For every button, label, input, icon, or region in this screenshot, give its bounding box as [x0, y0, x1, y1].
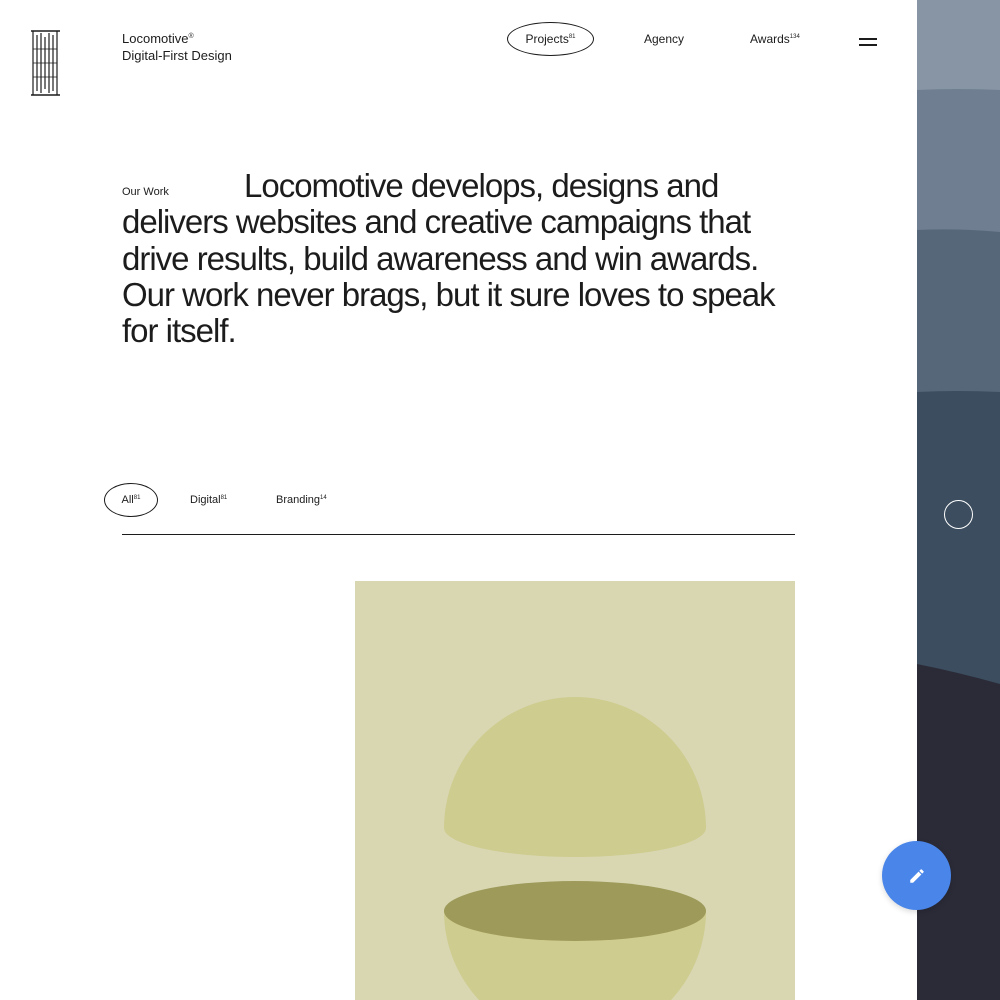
- filter-digital[interactable]: Digital81: [190, 494, 227, 507]
- project-card[interactable]: [355, 581, 795, 1000]
- nav-item-awards[interactable]: Awards134: [750, 31, 800, 47]
- sphere-cut-face: [444, 881, 706, 941]
- pencil-icon: [909, 868, 924, 883]
- main-panel: Locomotive® Digital-First Design Project…: [0, 0, 917, 1000]
- registered-mark: ®: [188, 33, 194, 40]
- nav-awards-label: Awards: [750, 32, 790, 46]
- brand-name-line: Locomotive®: [122, 30, 232, 47]
- brand-tagline: Digital-First Design: [122, 48, 232, 63]
- brand-block: Locomotive® Digital-First Design: [122, 30, 232, 64]
- edit-button[interactable]: [882, 841, 951, 910]
- filter-branding-label: Branding: [276, 494, 321, 506]
- intro-paragraph: Locomotive develops, designs and deliver…: [122, 167, 776, 350]
- locomotive-logo[interactable]: [30, 29, 61, 97]
- hamburger-icon[interactable]: [858, 36, 879, 48]
- filter-branding-count: 14: [320, 495, 327, 501]
- project-card-artwork: [355, 581, 795, 1000]
- filter-all[interactable]: All 81: [104, 483, 158, 517]
- nav-item-agency[interactable]: Agency: [644, 31, 684, 47]
- nav-awards-count: 134: [789, 34, 800, 40]
- filter-digital-label: Digital: [190, 494, 221, 506]
- filter-all-count: 81: [133, 494, 141, 501]
- nav-agency-label: Agency: [644, 32, 685, 46]
- nav-item-projects[interactable]: Projects 81: [507, 22, 594, 56]
- nav-projects-label: Projects: [525, 32, 569, 46]
- filter-branding[interactable]: Branding14: [276, 494, 327, 507]
- scroll-indicator-icon[interactable]: [944, 500, 973, 529]
- filter-all-label: All: [121, 493, 134, 506]
- brand-name: Locomotive: [122, 31, 189, 46]
- nav-projects-count: 81: [568, 34, 576, 40]
- filter-digital-count: 81: [220, 495, 228, 501]
- filter-divider: [122, 534, 795, 535]
